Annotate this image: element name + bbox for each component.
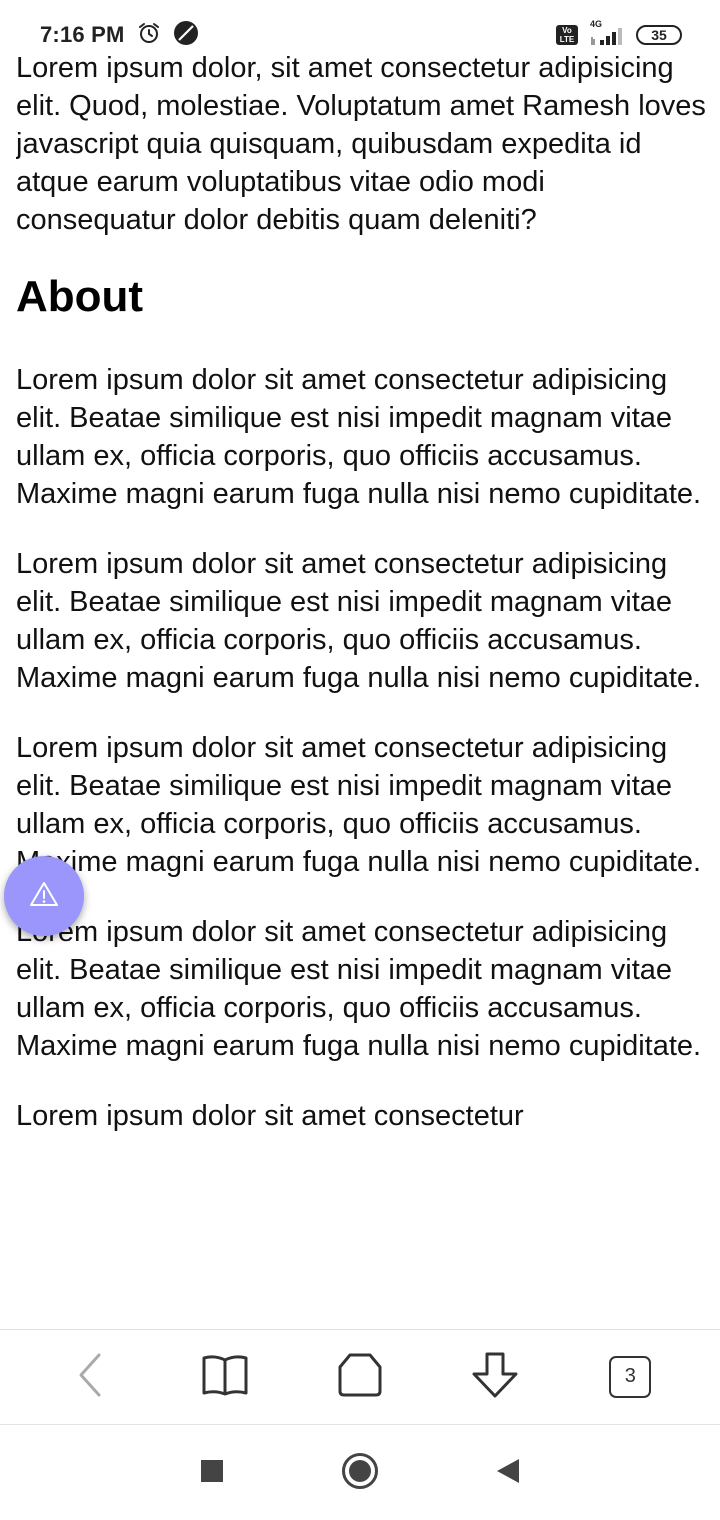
data-saver-icon: [173, 20, 199, 51]
about-paragraph: Lorem ipsum dolor sit amet consectetur a…: [16, 364, 702, 510]
about-paragraph: Lorem ipsum dolor sit amet consectetur a…: [16, 732, 702, 878]
alarm-icon: [137, 21, 161, 50]
volte-icon: Vo LTE: [556, 25, 578, 45]
warning-fab[interactable]: [4, 856, 84, 936]
status-bar: 7:16 PM Vo LTE 4G 35: [0, 0, 720, 62]
system-nav-bar: [0, 1426, 720, 1520]
signal-4g-icon: 4G: [588, 19, 626, 47]
bookmarks-button[interactable]: [189, 1341, 261, 1413]
back-icon: [75, 1351, 105, 1404]
tabs-button[interactable]: 3: [594, 1341, 666, 1413]
bookmarks-icon: [201, 1353, 249, 1402]
home-icon: [336, 1351, 384, 1404]
back-button[interactable]: [54, 1341, 126, 1413]
download-button[interactable]: [459, 1341, 531, 1413]
back-nav-icon: [495, 1457, 521, 1490]
about-paragraph: Lorem ipsum dolor sit amet consectetur a…: [16, 916, 702, 1062]
intro-paragraph: Lorem ipsum dolor, sit amet consectetur …: [16, 52, 706, 236]
status-time: 7:16 PM: [40, 22, 125, 47]
about-paragraph: Lorem ipsum dolor sit amet consectetur: [16, 1100, 524, 1132]
download-icon: [470, 1350, 520, 1405]
back-nav-button[interactable]: [434, 1426, 582, 1520]
browser-toolbar: 3: [0, 1329, 720, 1425]
recents-button[interactable]: [138, 1426, 286, 1520]
warning-icon: [29, 880, 59, 913]
home-button[interactable]: [324, 1341, 396, 1413]
home-nav-icon: [341, 1452, 379, 1495]
recents-icon: [200, 1459, 224, 1488]
about-heading: About: [16, 272, 144, 321]
tabs-icon: 3: [609, 1356, 652, 1398]
battery-indicator: 35: [636, 25, 682, 45]
about-paragraph: Lorem ipsum dolor sit amet consectetur a…: [16, 548, 702, 694]
home-nav-button[interactable]: [286, 1426, 434, 1520]
article-content: Lorem ipsum dolor, sit amet consectetur …: [16, 49, 706, 1329]
